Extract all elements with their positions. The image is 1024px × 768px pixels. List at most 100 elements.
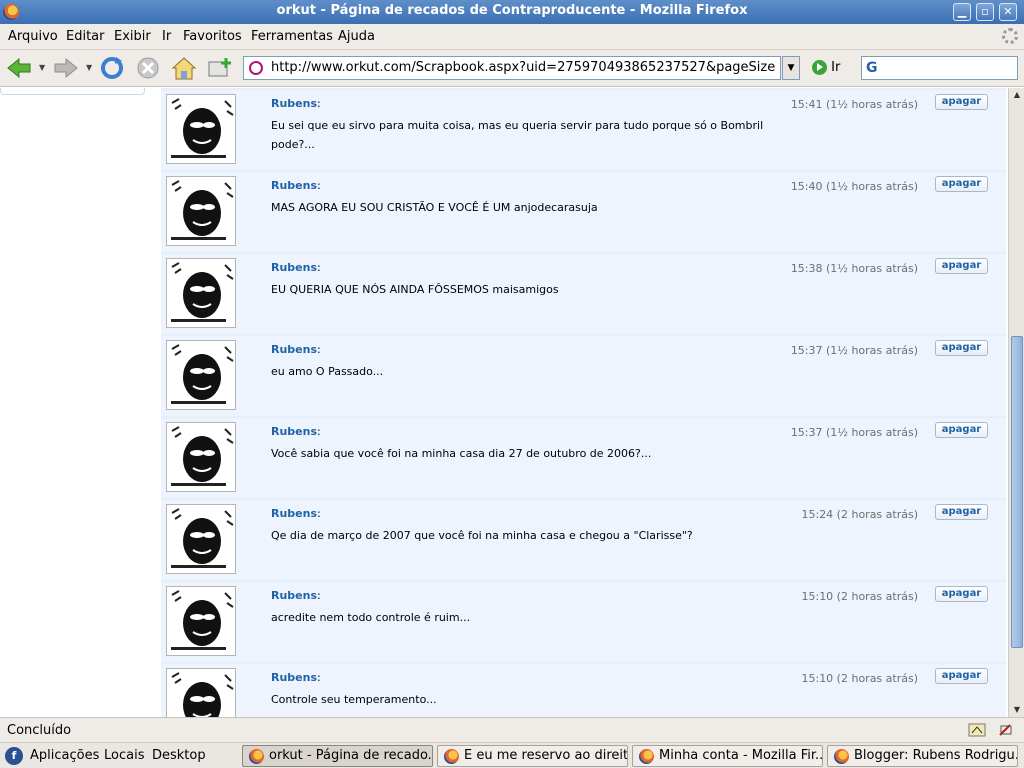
avatar-portrait-icon (167, 669, 235, 717)
address-bar[interactable]: http://www.orkut.com/Scrapbook.aspx?uid=… (243, 56, 781, 80)
firefox-icon (834, 749, 849, 764)
delete-scrap-button[interactable]: apagar (935, 586, 988, 602)
author-colon: : (317, 97, 321, 110)
author-avatar[interactable] (166, 176, 236, 246)
search-input[interactable]: G (861, 56, 1018, 80)
scrap-author-name[interactable]: Rubens (271, 261, 317, 274)
scrap-author[interactable]: Rubens: (271, 671, 321, 684)
author-avatar[interactable] (166, 340, 236, 410)
scrap-list: Rubens: Eu sei que eu sirvo para muita co… (161, 88, 1006, 717)
status-text: Concluído (7, 723, 72, 738)
gnome-foot-icon[interactable]: f (5, 747, 23, 765)
delete-scrap-button[interactable]: apagar (935, 422, 988, 438)
scrap-author[interactable]: Rubens: (271, 589, 321, 602)
avatar-portrait-icon (167, 341, 235, 409)
menu-help[interactable]: Ajuda (338, 29, 375, 44)
author-avatar[interactable] (166, 586, 236, 656)
scrap-author-name[interactable]: Rubens (271, 425, 317, 438)
task-reservo[interactable]: E eu me reservo ao direit... (437, 745, 628, 767)
scrap-message: Eu sei que eu sirvo para muita coisa, ma… (271, 119, 764, 151)
avatar-portrait-icon (167, 423, 235, 491)
scrollbar-thumb[interactable] (1011, 336, 1023, 648)
delete-scrap-button[interactable]: apagar (935, 504, 988, 520)
author-colon: : (317, 671, 321, 684)
scrap-author-name[interactable]: Rubens (271, 671, 317, 684)
page-viewport: Rubens: Eu sei que eu sirvo para muita co… (0, 88, 1008, 717)
scrap-author-name[interactable]: Rubens (271, 97, 317, 110)
go-button[interactable]: Ir (812, 60, 840, 78)
task-blogger[interactable]: Blogger: Rubens Rodrigu... (827, 745, 1018, 767)
author-colon: : (317, 261, 321, 274)
back-dropdown-icon[interactable]: ▼ (39, 63, 45, 72)
task-orkut-scrapbook[interactable]: orkut - Página de recado... (242, 745, 433, 767)
taskbar-menu-applications[interactable]: Aplicações (30, 748, 99, 763)
menu-bookmarks[interactable]: Favoritos (183, 29, 242, 44)
task-label: orkut - Página de recado... (269, 748, 433, 763)
scrap-message: Qe dia de março de 2007 que você foi na … (271, 529, 693, 542)
extension-icon[interactable] (968, 722, 986, 738)
go-icon (812, 60, 827, 75)
address-url[interactable]: http://www.orkut.com/Scrapbook.aspx?uid=… (271, 60, 776, 75)
delete-scrap-button[interactable]: apagar (935, 340, 988, 356)
delete-scrap-button[interactable]: apagar (935, 94, 988, 110)
menu-bar: Arquivo Editar Exibir Ir Favoritos Ferra… (0, 24, 1024, 50)
delete-scrap-button[interactable]: apagar (935, 176, 988, 192)
scrap-message: Controle seu temperamento... (271, 693, 437, 706)
taskbar-menu-desktop[interactable]: Desktop (152, 748, 206, 763)
scrap-author[interactable]: Rubens: (271, 179, 321, 192)
forward-dropdown-icon[interactable]: ▼ (86, 63, 92, 72)
scrap-author-name[interactable]: Rubens (271, 179, 317, 192)
scrap-item: Rubens: eu amo O Passado... 15:37 (1½ hora… (161, 336, 1006, 416)
author-colon: : (317, 589, 321, 602)
scrap-author[interactable]: Rubens: (271, 507, 321, 520)
scroll-up-icon[interactable]: ▲ (1010, 88, 1024, 102)
menu-tools[interactable]: Ferramentas (251, 29, 333, 44)
scrap-author[interactable]: Rubens: (271, 343, 321, 356)
stop-icon[interactable] (134, 55, 162, 81)
author-avatar[interactable] (166, 504, 236, 574)
avatar-portrait-icon (167, 587, 235, 655)
forward-arrow-icon[interactable] (52, 55, 80, 81)
google-search-icon[interactable]: G (866, 60, 878, 76)
author-colon: : (317, 179, 321, 192)
author-avatar[interactable] (166, 94, 236, 164)
reload-icon[interactable] (98, 55, 126, 81)
delete-scrap-button[interactable]: apagar (935, 668, 988, 684)
home-icon[interactable] (170, 55, 198, 81)
navigation-toolbar: ▼ ▼ http://www.orkut.com/Scrapbook.aspx?… (0, 50, 1024, 87)
task-label: Blogger: Rubens Rodrigu... (854, 748, 1018, 763)
left-panel (0, 88, 145, 95)
delete-scrap-button[interactable]: apagar (935, 258, 988, 274)
vertical-scrollbar[interactable]: ▲ ▼ (1008, 88, 1024, 717)
author-avatar[interactable] (166, 668, 236, 717)
firefox-icon (639, 749, 654, 764)
avatar-portrait-icon (167, 95, 235, 163)
scrap-author[interactable]: Rubens: (271, 425, 321, 438)
taskbar-menu-places[interactable]: Locais (104, 748, 144, 763)
menu-view[interactable]: Exibir (114, 29, 151, 44)
menu-file[interactable]: Arquivo (8, 29, 58, 44)
author-avatar[interactable] (166, 422, 236, 492)
menu-go[interactable]: Ir (162, 29, 171, 44)
minimize-button[interactable]: ▁ (953, 3, 971, 21)
author-colon: : (317, 425, 321, 438)
address-dropdown-icon[interactable]: ▼ (782, 56, 800, 80)
scrap-author[interactable]: Rubens: (271, 97, 321, 110)
popup-blocked-icon[interactable] (997, 722, 1015, 738)
new-bookmark-icon[interactable] (206, 55, 234, 81)
scrap-timestamp: 15:41 (1½ horas atrás) (790, 98, 918, 111)
task-minha-conta[interactable]: Minha conta - Mozilla Fir... (632, 745, 823, 767)
scrap-message: EU QUERIA QUE NÓS AINDA FÔSSEMOS maisami… (271, 283, 559, 296)
scrap-author-name[interactable]: Rubens (271, 507, 317, 520)
maximize-button[interactable]: ▫ (976, 3, 994, 21)
author-avatar[interactable] (166, 258, 236, 328)
menu-edit[interactable]: Editar (66, 29, 105, 44)
window-titlebar: orkut - Página de recados de Contraprodu… (0, 0, 1024, 24)
scrap-message: acredite nem todo controle é ruim... (271, 611, 471, 624)
close-button[interactable]: ✕ (999, 3, 1017, 21)
scrap-author-name[interactable]: Rubens (271, 589, 317, 602)
back-arrow-icon[interactable] (5, 55, 33, 81)
scroll-down-icon[interactable]: ▼ (1010, 703, 1024, 717)
scrap-author[interactable]: Rubens: (271, 261, 321, 274)
scrap-author-name[interactable]: Rubens (271, 343, 317, 356)
